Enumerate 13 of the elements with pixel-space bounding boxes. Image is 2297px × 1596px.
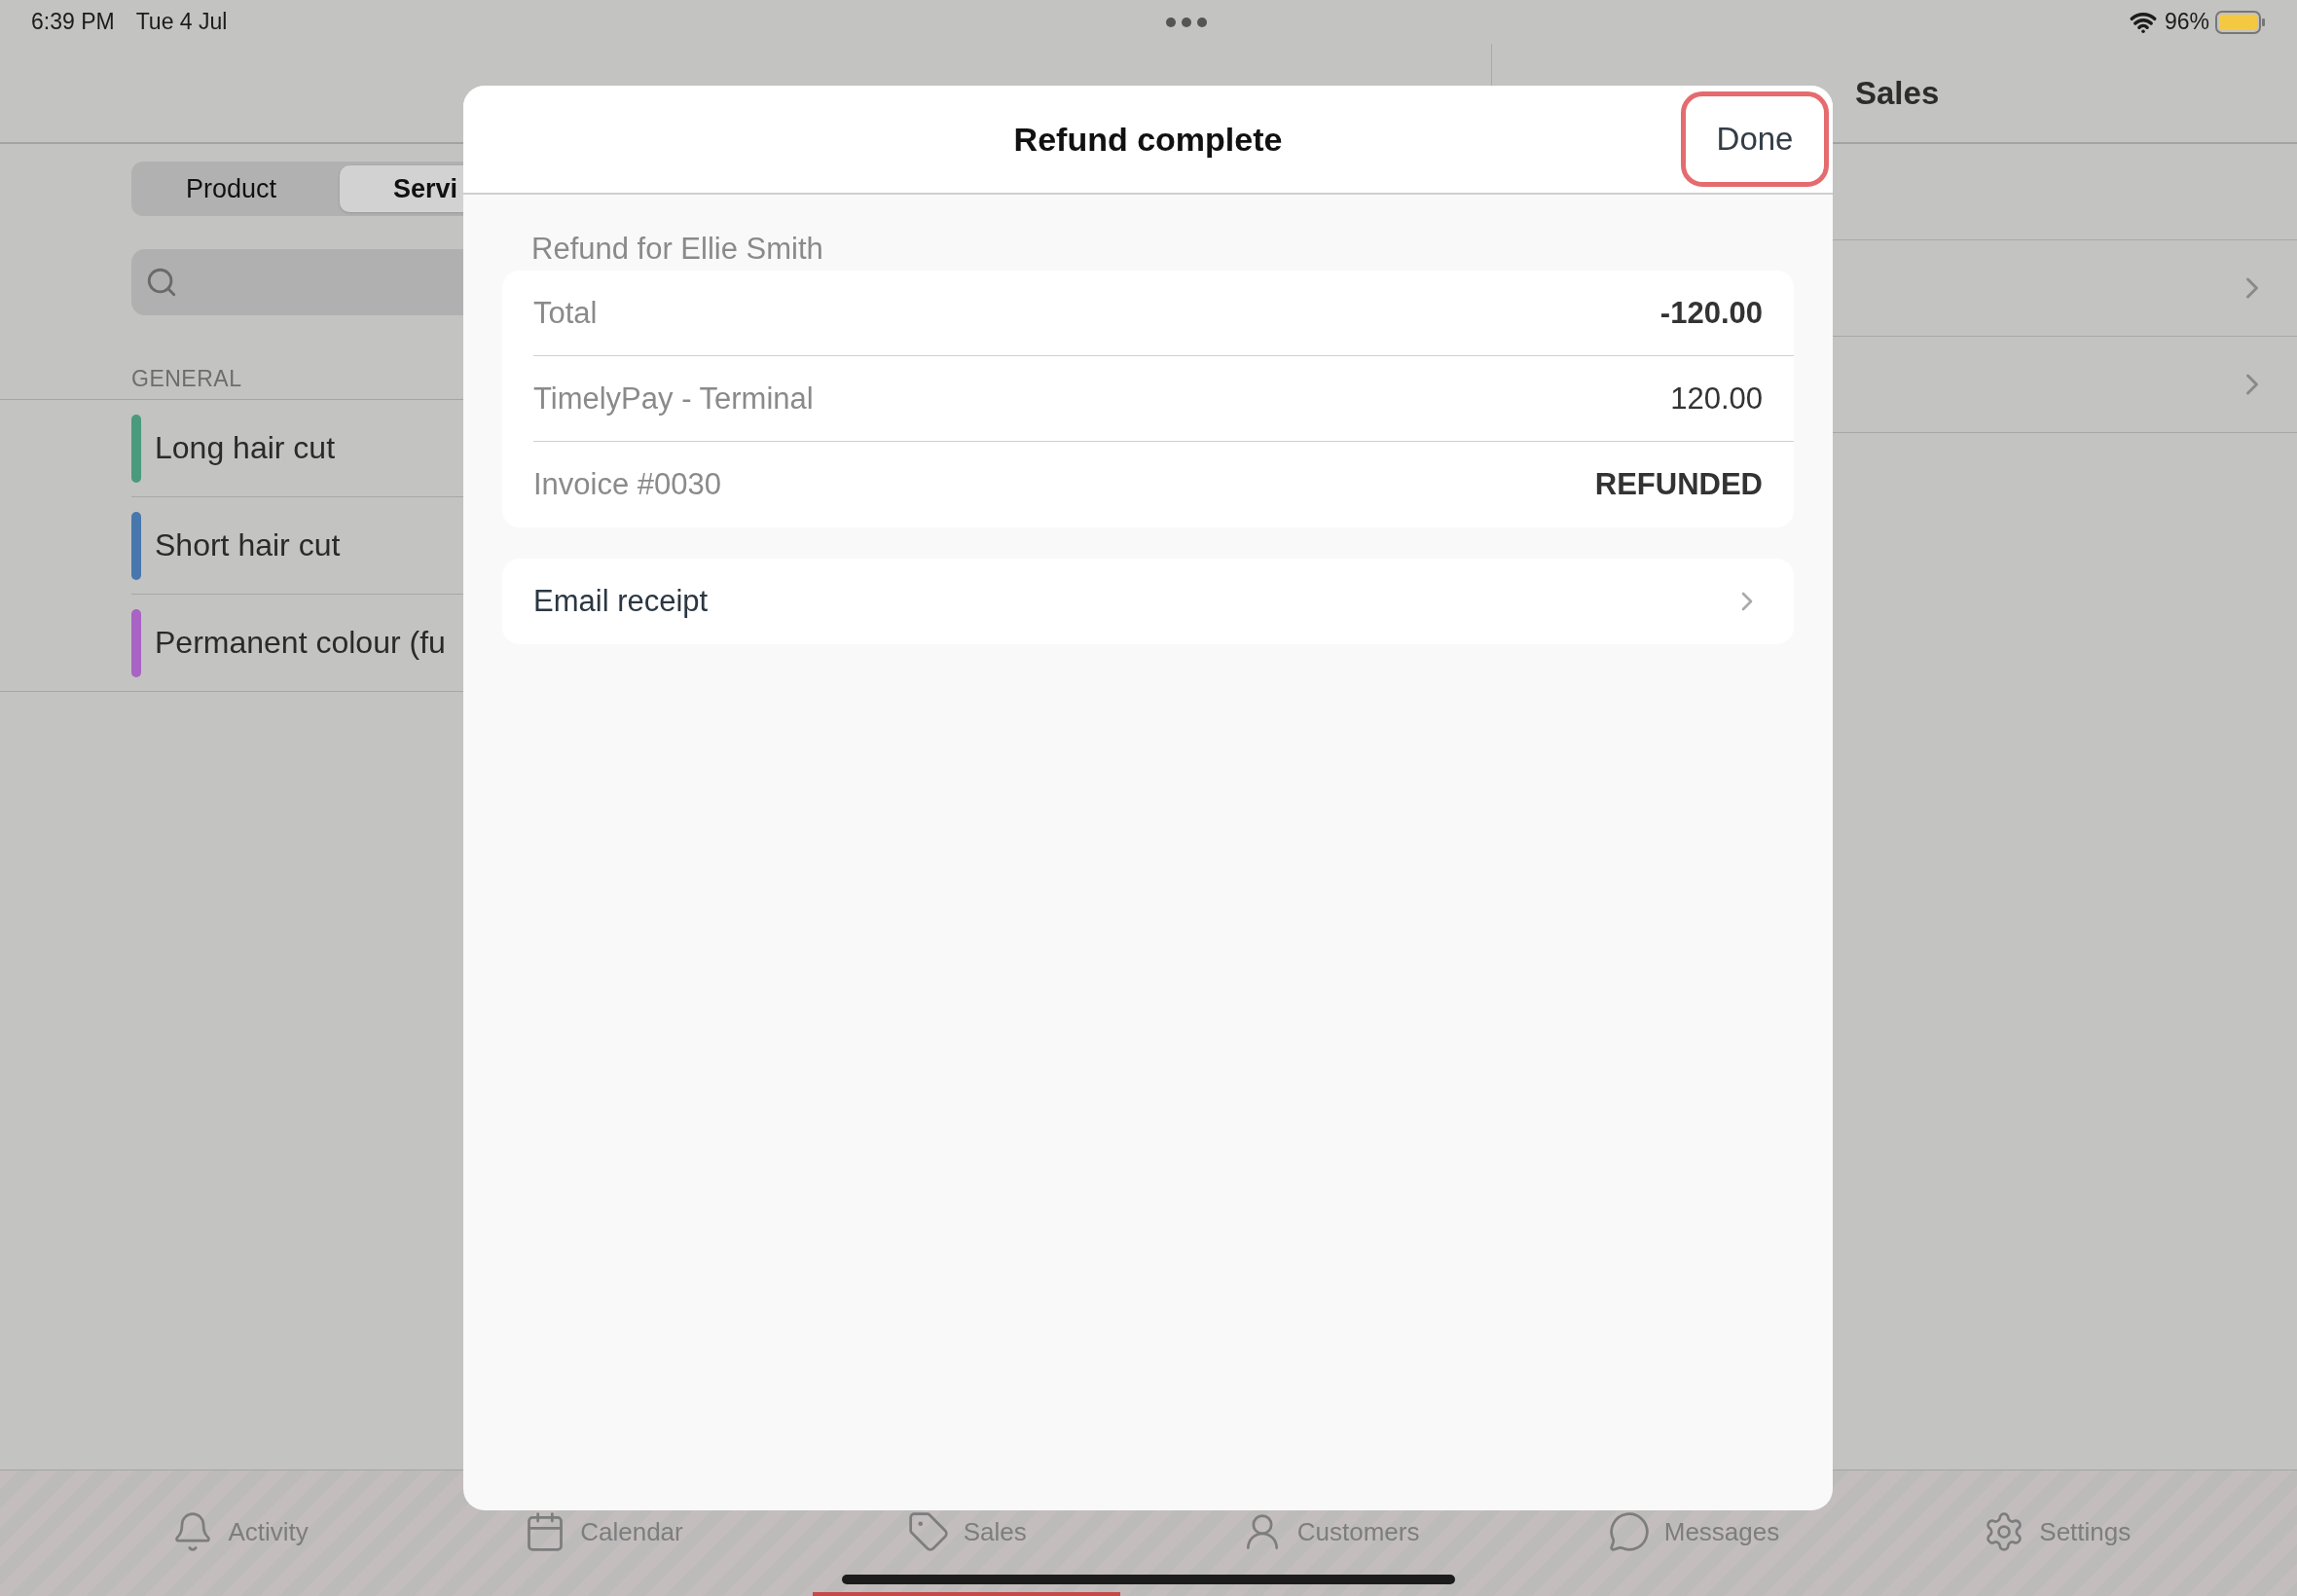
status-time: 6:39 PM xyxy=(31,9,115,35)
modal-title: Refund complete xyxy=(1013,120,1283,159)
row-label: Invoice #0030 xyxy=(533,467,722,502)
row-value: REFUNDED xyxy=(1594,467,1763,502)
section-header: Refund for Ellie Smith xyxy=(531,232,824,268)
row-value: 120.00 xyxy=(1670,381,1763,417)
section-header: GENERAL xyxy=(131,366,242,393)
row-label: TimelyPay - Terminal xyxy=(533,381,814,417)
panel-title: Sales xyxy=(1855,74,1940,112)
battery-percent: 96% xyxy=(2164,9,2209,35)
row-value: -120.00 xyxy=(1659,295,1763,331)
row-label: Total xyxy=(533,295,598,331)
status-date: Tue 4 Jul xyxy=(135,9,228,35)
